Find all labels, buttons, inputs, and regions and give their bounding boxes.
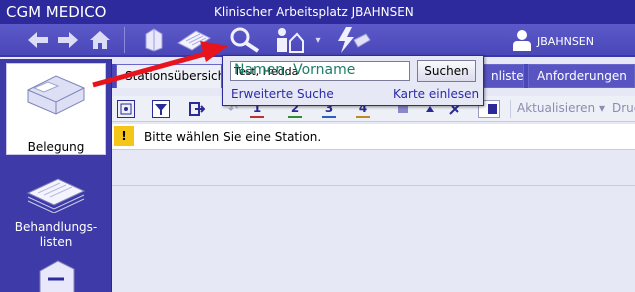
title-bar: CGM MEDICO Klinischer Arbeitsplatz JBAHN… [0, 0, 635, 24]
sidebar-item-label: Behandlungs- listen [14, 220, 98, 249]
app-name: CGM MEDICO [6, 3, 107, 21]
warning-icon: ! [114, 126, 134, 146]
sidebar-item-belegung[interactable]: Belegung [6, 63, 106, 155]
toolbar-separator [124, 27, 125, 53]
search-popup: Namen, Vorname Suchen Erweiterte Suche K… [222, 55, 484, 106]
refresh-button[interactable]: Aktualisieren ▾ [517, 101, 605, 115]
user-area[interactable]: JBAHNSEN [512, 29, 594, 53]
warning-text: Bitte wählen Sie eine Station. [144, 130, 322, 144]
search-input[interactable] [230, 61, 410, 81]
tab-liste[interactable]: nliste [482, 64, 524, 88]
search-button[interactable]: Suchen [417, 60, 476, 82]
tab-stationsuebersicht[interactable]: Stationsübersicht [116, 64, 222, 88]
module-icon [6, 257, 106, 292]
divider [112, 185, 635, 186]
sidebar-item-label: Belegung [27, 140, 85, 154]
home-icon[interactable] [88, 28, 112, 52]
stacked-lists-icon [6, 169, 106, 216]
arrow-right-icon[interactable] [56, 28, 80, 52]
sidebar-item-module[interactable] [6, 251, 106, 292]
hospital-bed-icon[interactable] [142, 28, 166, 52]
window-title: Klinischer Arbeitsplatz JBAHNSEN [214, 5, 414, 19]
warning-row: ! Bitte wählen Sie eine Station. [112, 124, 635, 150]
filter-icon[interactable] [152, 100, 170, 118]
advanced-search-link[interactable]: Erweiterte Suche [231, 87, 334, 101]
print-button[interactable]: Druck [612, 101, 635, 115]
content-area [112, 151, 635, 292]
user-icon [512, 30, 532, 52]
tab-anforderungen[interactable]: Anforderungen [528, 64, 635, 88]
bed-icon [7, 70, 105, 121]
main-toolbar: ▾ JBAHNSEN [0, 24, 635, 57]
patient-house-icon[interactable] [274, 28, 304, 53]
document-icon[interactable] [176, 28, 212, 52]
sidebar: Belegung Behandlungs- listen [0, 59, 112, 292]
arrow-left-icon[interactable] [26, 28, 50, 52]
user-name: JBAHNSEN [537, 34, 594, 48]
lightning-icon[interactable] [332, 27, 372, 53]
sidebar-item-behandlungslisten[interactable]: Behandlungs- listen [6, 163, 106, 249]
chevron-down-icon[interactable]: ▾ [311, 28, 325, 52]
toolbar-separator [510, 100, 511, 118]
select-area-icon[interactable] [117, 100, 135, 118]
read-card-link[interactable]: Karte einlesen [393, 87, 479, 101]
export-icon[interactable] [188, 100, 206, 118]
search-icon[interactable] [228, 27, 262, 53]
